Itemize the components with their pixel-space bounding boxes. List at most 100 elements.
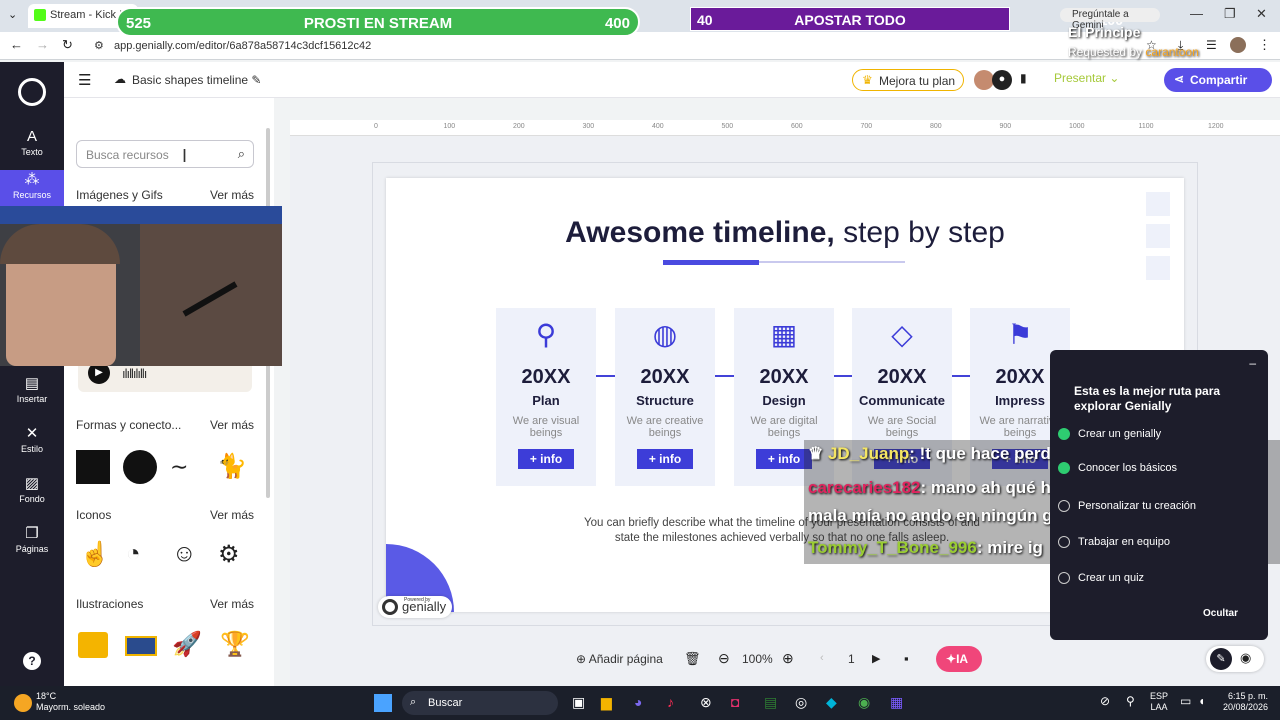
discord-icon[interactable]: ◕ (634, 694, 642, 710)
chrome-icon[interactable]: ◉ (858, 694, 870, 711)
powered-by-badge[interactable]: Powered by genially (378, 596, 453, 618)
timeline-card-plan[interactable]: ⚲ 20XX Plan We are visual beings + info (496, 308, 596, 486)
checklist-item[interactable]: Crear un quiz (1058, 572, 1144, 584)
nav-item-fondo[interactable]: ▨ Fondo (0, 474, 64, 520)
gear-icon[interactable]: ⚙ (218, 540, 240, 569)
help-icon[interactable]: ? (23, 652, 41, 670)
checklist-item[interactable]: Crear un genially (1058, 428, 1161, 440)
upgrade-plan-button[interactable]: ♛ Mejora tu plan (852, 69, 964, 91)
prev-page-icon[interactable]: ‹ (820, 652, 824, 664)
clock[interactable]: 6:15 p. m. 20/08/2026 (1218, 691, 1268, 713)
team-icon[interactable]: ☺ (172, 540, 197, 568)
folder-illustration[interactable] (78, 632, 108, 658)
hide-button[interactable]: Ocultar (1203, 608, 1238, 619)
add-page-label: Añadir página (588, 652, 663, 666)
hamburger-menu-icon[interactable]: ☰ (78, 71, 91, 89)
checklist-item[interactable]: Trabajar en equipo (1058, 536, 1170, 548)
steam-icon[interactable]: ◎ (795, 694, 807, 711)
square-shape[interactable] (76, 450, 110, 484)
collapse-icon[interactable]: – (1249, 356, 1256, 370)
view-toggle[interactable]: ✎ ◉ (1206, 646, 1264, 672)
next-page-icon[interactable]: ▶ (872, 652, 880, 665)
nav-item-insertar[interactable]: ▤ Insertar (0, 374, 64, 420)
nav-item-estilo[interactable]: ✕ Estilo (0, 424, 64, 470)
forward-icon[interactable]: → (36, 37, 49, 52)
timeline-connector (715, 375, 734, 377)
zoom-level[interactable]: 100% (742, 652, 773, 666)
wifi-icon[interactable]: ▭ (1180, 694, 1191, 708)
nav-item-texto[interactable]: A Texto (0, 128, 64, 174)
timeline-card-structure[interactable]: ◍ 20XX Structure We are creative beings + in… (615, 308, 715, 486)
language-indicator[interactable]: ESP LAA (1150, 691, 1168, 713)
search-icon[interactable]: ⌕ (238, 146, 245, 162)
browser-menu-icon[interactable]: ⋮ (1258, 37, 1271, 53)
info-button[interactable]: + info (518, 449, 574, 469)
checklist-item[interactable]: Conocer los básicos (1058, 462, 1177, 474)
excel-icon[interactable]: ▤ (764, 694, 777, 711)
user-avatar-icon[interactable]: ● (992, 70, 1012, 90)
url-field[interactable]: ⚙ app.genially.com/editor/6a878a58714c3dc… (90, 37, 990, 55)
info-button[interactable]: + info (637, 449, 693, 469)
checklist-item[interactable]: Personalizar tu creación (1058, 500, 1196, 512)
taskview-icon[interactable]: ▣ (572, 694, 585, 711)
file-explorer-icon[interactable]: ▆ (601, 694, 612, 711)
tiktok-icon[interactable]: ♪ (667, 694, 674, 710)
tab-search-icon[interactable]: ⌄ (8, 8, 17, 21)
profile-avatar[interactable] (1230, 37, 1246, 53)
mic-icon[interactable]: ⚲ (1126, 694, 1135, 708)
cat-icon[interactable]: 🐈 (217, 452, 247, 481)
ruler-tick: 1200 (1208, 123, 1224, 130)
stats-icon[interactable]: ▮ (1020, 71, 1027, 85)
edit-pencil-icon[interactable]: ✎ (251, 73, 261, 87)
present-button[interactable]: Presentar ⌄ (1054, 71, 1119, 85)
edit-pencil-icon[interactable]: ✎ (1210, 648, 1232, 670)
touch-icon[interactable]: ☝ (80, 540, 110, 569)
nav-item-paginas[interactable]: ❐ Páginas (0, 524, 64, 570)
search-input[interactable]: Busca recursos ⌕ (76, 140, 254, 168)
weather-widget[interactable]: 18°C Mayorm. soleado (36, 691, 105, 713)
page-number[interactable]: 1 (848, 652, 855, 666)
app-icon[interactable]: ◆ (826, 694, 837, 711)
ruler-tick: 1000 (1069, 123, 1085, 130)
chat-message: Tommy_T_Bone_996: mire ig (808, 538, 1043, 558)
menu-lines-icon[interactable]: ☰ (1206, 38, 1217, 52)
app-icon-2[interactable]: ▦ (890, 694, 903, 711)
wave-connector-icon[interactable]: ∼ (170, 454, 188, 480)
genially-logo-icon[interactable] (18, 78, 46, 106)
add-page-button[interactable]: ⊕ Añadir página (576, 652, 663, 666)
see-more-link[interactable]: Ver más (210, 418, 254, 432)
see-more-link[interactable]: Ver más (210, 597, 254, 611)
circle-shape[interactable] (123, 450, 157, 484)
collaborator-avatar[interactable] (974, 70, 994, 90)
see-more-link[interactable]: Ver más (210, 508, 254, 522)
reload-icon[interactable]: ↻ (62, 37, 73, 53)
back-icon[interactable]: ← (10, 37, 23, 52)
weather-desc: Mayorm. soleado (36, 702, 106, 712)
timer-icon[interactable]: ◔ (126, 540, 141, 568)
trophy-illustration[interactable]: 🏆 (220, 630, 250, 659)
comment-icon[interactable]: ▪ (904, 651, 909, 666)
zoom-out-icon[interactable]: ⊖ (718, 650, 730, 667)
zoom-in-icon[interactable]: ⊕ (782, 650, 794, 667)
maximize-icon[interactable]: ❐ (1224, 6, 1236, 22)
site-info-icon[interactable]: ⚙ (94, 39, 104, 52)
gemini-pill[interactable]: Pregúntale a Gemini (1060, 8, 1160, 31)
close-icon[interactable]: ✕ (1256, 6, 1267, 22)
volume-icon[interactable]: ◖ (1198, 694, 1205, 708)
rocket-illustration[interactable]: 🚀 (172, 630, 202, 659)
share-button[interactable]: ⋖ Compartir (1164, 68, 1272, 92)
cassette-illustration[interactable] (125, 636, 157, 656)
xbox-icon[interactable]: ⊗ (700, 694, 712, 711)
network-icon[interactable]: ⊘ (1100, 694, 1110, 708)
taskbar-search[interactable]: ⌕ Buscar (402, 691, 558, 715)
ai-button[interactable]: ✦IA (936, 646, 982, 672)
deco-square (1146, 224, 1170, 248)
slide-title[interactable]: Awesome timeline, step by step (386, 216, 1184, 250)
instagram-icon[interactable]: ◘ (731, 694, 739, 710)
see-more-link[interactable]: Ver más (210, 188, 254, 202)
preview-eye-icon[interactable]: ◉ (1240, 650, 1251, 666)
minimize-icon[interactable]: — (1190, 6, 1203, 21)
windows-start-icon[interactable] (374, 694, 392, 712)
trash-icon[interactable]: 🗑 (684, 651, 701, 667)
project-title[interactable]: Basic shapes timeline ✎ (132, 68, 261, 92)
